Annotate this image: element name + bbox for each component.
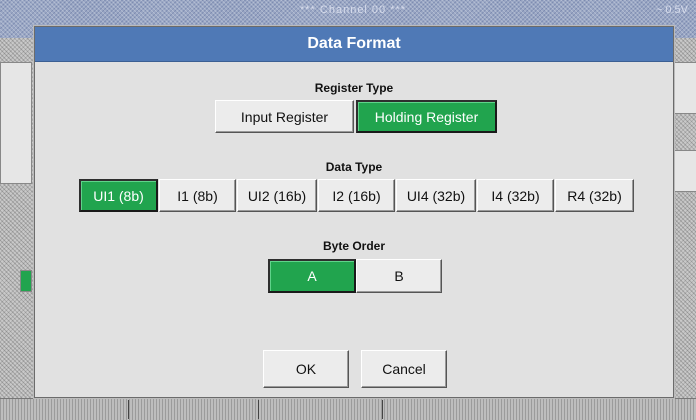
data-type-ui4-button[interactable]: UI4 (32b) [396,179,476,212]
footer-separator [382,400,383,419]
cancel-button[interactable]: Cancel [361,350,447,388]
background-title-right: ~ 0.5V [655,4,688,16]
data-type-ui1-button[interactable]: UI1 (8b) [79,179,158,212]
background-footer [0,398,696,420]
holding-register-button[interactable]: Holding Register [356,100,497,133]
data-type-i2-button[interactable]: I2 (16b) [318,179,395,212]
background-right-panel [674,62,696,114]
footer-separator [258,400,259,419]
byte-order-label: Byte Order [322,239,386,253]
data-type-r4-button[interactable]: R4 (32b) [555,179,634,212]
data-type-ui2-button[interactable]: UI2 (16b) [237,179,317,212]
register-type-label: Register Type [314,81,394,95]
ok-button[interactable]: OK [263,350,349,388]
background-title: *** Channel 00 *** [300,4,407,16]
background-left-panel [0,62,32,184]
byte-order-a-button[interactable]: A [268,259,356,293]
data-type-i4-button[interactable]: I4 (32b) [477,179,554,212]
background-right-panel-2 [674,150,696,192]
byte-order-b-button[interactable]: B [356,259,442,293]
input-register-button[interactable]: Input Register [215,100,354,133]
data-type-label: Data Type [325,160,383,174]
data-type-i1-button[interactable]: I1 (8b) [159,179,236,212]
background-indicator [20,270,32,292]
data-format-dialog: Data Format Register Type Input Register… [34,26,674,398]
dialog-title: Data Format [35,27,673,62]
footer-separator [128,400,129,419]
